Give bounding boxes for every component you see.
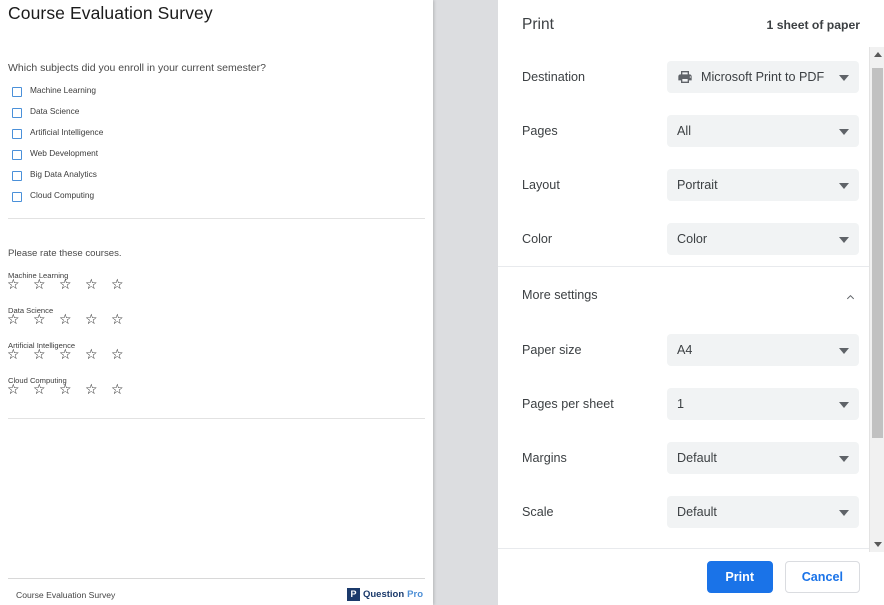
survey-title: Course Evaluation Survey: [8, 3, 213, 23]
more-settings-label: More settings: [522, 288, 598, 302]
setting-label: Margins: [522, 451, 567, 465]
paper-size-select[interactable]: A4: [667, 334, 859, 366]
section-divider: [8, 218, 425, 219]
footer-divider: [8, 578, 425, 579]
chevron-down-icon: [839, 129, 849, 135]
survey-question: Which subjects did you enroll in your cu…: [8, 62, 266, 74]
chevron-down-icon: [839, 183, 849, 189]
checkbox-icon[interactable]: [12, 150, 22, 160]
questionpro-logo: P Question Pro: [346, 588, 423, 601]
checkbox-label: Web Development: [30, 148, 99, 158]
print-settings-scrollbar[interactable]: [869, 47, 884, 552]
checkbox-icon[interactable]: [12, 87, 22, 97]
setting-row-pages: Pages All: [498, 104, 884, 158]
pages-select[interactable]: All: [667, 115, 859, 147]
setting-row-layout: Layout Portrait: [498, 158, 884, 212]
screen: Course Evaluation Survey Which subjects …: [0, 0, 884, 605]
margins-value: Default: [677, 451, 717, 465]
print-dialog: Print 1 sheet of paper Destination Micro…: [498, 0, 884, 605]
printer-icon: [678, 71, 692, 83]
setting-label: Layout: [522, 178, 560, 192]
rating-item[interactable]: Machine Learning ☆ ☆ ☆ ☆ ☆: [0, 271, 433, 306]
setting-row-paper-size: Paper size A4: [498, 323, 884, 377]
print-dialog-footer: Print Cancel: [498, 548, 884, 605]
checkbox-row[interactable]: Web Development: [0, 147, 433, 168]
pages-value: All: [677, 124, 691, 138]
setting-row-destination: Destination Microsoft Print to PDF: [498, 50, 884, 104]
checkbox-row[interactable]: Machine Learning: [0, 84, 433, 105]
pages-per-sheet-select[interactable]: 1: [667, 388, 859, 420]
checkbox-row[interactable]: Big Data Analytics: [0, 168, 433, 189]
checkbox-label: Data Science: [30, 106, 80, 116]
checkbox-icon[interactable]: [12, 108, 22, 118]
questionpro-word-secondary: Pro: [407, 589, 423, 600]
rating-item-list: Machine Learning ☆ ☆ ☆ ☆ ☆ Data Science …: [0, 271, 433, 411]
scroll-up-arrow-icon[interactable]: [870, 47, 884, 62]
destination-select[interactable]: Microsoft Print to PDF: [667, 61, 859, 93]
rating-item[interactable]: Artificial Intelligence ☆ ☆ ☆ ☆ ☆: [0, 341, 433, 376]
scrollbar-thumb[interactable]: [872, 68, 883, 438]
more-settings-toggle[interactable]: More settings: [498, 267, 884, 323]
checkbox-label: Cloud Computing: [30, 190, 95, 200]
setting-row-pages-per-sheet: Pages per sheet 1: [498, 377, 884, 431]
setting-label: Color: [522, 232, 553, 246]
star-rating-icons[interactable]: ☆ ☆ ☆ ☆ ☆: [7, 313, 128, 327]
chevron-down-icon: [839, 456, 849, 462]
checkbox-icon[interactable]: [12, 192, 22, 202]
scale-value: Default: [677, 505, 717, 519]
setting-row-margins: Margins Default: [498, 431, 884, 485]
chevron-down-icon: [839, 237, 849, 243]
checkbox-row[interactable]: Cloud Computing: [0, 189, 433, 210]
chevron-down-icon: [839, 348, 849, 354]
star-rating-icons[interactable]: ☆ ☆ ☆ ☆ ☆: [7, 278, 128, 292]
paper-size-value: A4: [677, 343, 693, 357]
margins-select[interactable]: Default: [667, 442, 859, 474]
print-button[interactable]: Print: [706, 561, 773, 593]
sheet-count-summary: 1 sheet of paper: [766, 18, 860, 32]
scale-select[interactable]: Default: [667, 496, 859, 528]
setting-label: Destination: [522, 70, 586, 84]
print-preview-page: Course Evaluation Survey Which subjects …: [0, 0, 433, 605]
checkbox-row[interactable]: Data Science: [0, 105, 433, 126]
footer-survey-name: Course Evaluation Survey: [16, 590, 116, 600]
setting-label: Pages: [522, 124, 558, 138]
print-dialog-title: Print: [522, 16, 554, 33]
checkbox-label: Machine Learning: [30, 85, 96, 95]
layout-value: Portrait: [677, 178, 718, 192]
layout-select[interactable]: Portrait: [667, 169, 859, 201]
color-value: Color: [677, 232, 708, 246]
rating-prompt: Please rate these courses.: [8, 248, 122, 259]
chevron-down-icon: [839, 75, 849, 81]
checkbox-label: Big Data Analytics: [30, 169, 97, 179]
setting-label: Paper size: [522, 343, 582, 357]
setting-row-color: Color Color: [498, 212, 884, 266]
color-select[interactable]: Color: [667, 223, 859, 255]
star-rating-icons[interactable]: ☆ ☆ ☆ ☆ ☆: [7, 348, 128, 362]
setting-row-scale: Scale Default: [498, 485, 884, 539]
rating-item[interactable]: Cloud Computing ☆ ☆ ☆ ☆ ☆: [0, 376, 433, 411]
checkbox-row[interactable]: Artificial Intelligence: [0, 126, 433, 147]
questionpro-word-primary: Question: [362, 589, 405, 600]
cancel-button[interactable]: Cancel: [784, 561, 860, 593]
destination-value: Microsoft Print to PDF: [701, 70, 825, 84]
section-divider: [8, 418, 425, 419]
checkbox-icon[interactable]: [12, 171, 22, 181]
print-dialog-header: Print 1 sheet of paper: [498, 0, 884, 50]
chevron-up-icon: [846, 295, 855, 300]
setting-label: Scale: [522, 505, 554, 519]
star-rating-icons[interactable]: ☆ ☆ ☆ ☆ ☆: [7, 383, 128, 397]
scroll-down-arrow-icon[interactable]: [870, 537, 884, 552]
checkbox-option-list: Machine Learning Data Science Artificial…: [0, 84, 433, 210]
checkbox-label: Artificial Intelligence: [30, 127, 104, 137]
setting-label: Pages per sheet: [522, 397, 614, 411]
chevron-down-icon: [839, 402, 849, 408]
checkbox-icon[interactable]: [12, 129, 22, 139]
rating-item[interactable]: Data Science ☆ ☆ ☆ ☆ ☆: [0, 306, 433, 341]
questionpro-mark-icon: P: [346, 588, 360, 601]
chevron-down-icon: [839, 510, 849, 516]
print-settings-scroll-area: Destination Microsoft Print to PDF Pages…: [498, 50, 884, 548]
pages-per-sheet-value: 1: [677, 397, 685, 411]
